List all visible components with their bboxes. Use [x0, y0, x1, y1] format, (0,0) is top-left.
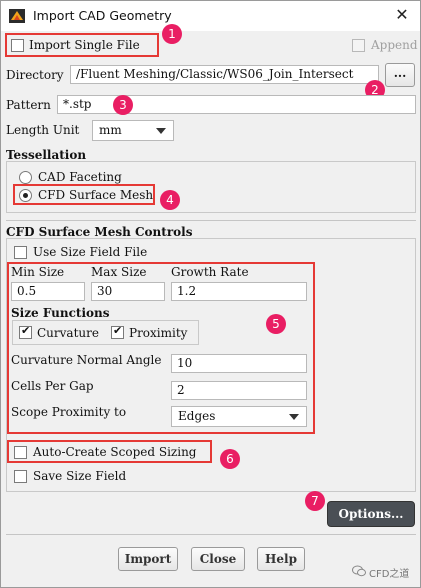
- min-size-label: Min Size: [11, 265, 65, 279]
- append-label: Append: [371, 38, 418, 52]
- cells-per-gap-field[interactable]: 2: [171, 381, 307, 400]
- curvature-checkbox[interactable]: [19, 324, 32, 339]
- cfd-controls-heading: CFD Surface Mesh Controls: [6, 225, 193, 239]
- curvature-label: Curvature: [37, 326, 99, 340]
- growth-rate-field[interactable]: 1.2: [171, 282, 307, 301]
- scope-proximity-to-value: Edges: [178, 409, 216, 423]
- close-button[interactable]: Close: [191, 547, 245, 571]
- use-size-field-file-label: Use Size Field File: [33, 245, 148, 259]
- footer-divider: [6, 534, 416, 535]
- min-size-field[interactable]: 0.5: [11, 282, 85, 301]
- length-unit-label: Length Unit: [6, 123, 80, 137]
- tessellation-heading: Tessellation: [6, 148, 87, 162]
- save-size-field-checkbox[interactable]: [14, 470, 27, 483]
- close-icon[interactable]: ✕: [392, 5, 412, 25]
- pattern-label: Pattern: [6, 98, 51, 112]
- directory-field[interactable]: /Fluent Meshing/Classic/WS06_Join_Inters…: [70, 65, 379, 84]
- wechat-icon: [352, 565, 366, 577]
- annotation-badge-5: 5: [266, 314, 286, 334]
- scope-proximity-to-dropdown[interactable]: Edges: [171, 406, 307, 427]
- length-unit-dropdown[interactable]: mm: [92, 120, 174, 141]
- annotation-badge-4: 4: [160, 190, 180, 210]
- highlight-box-4: [13, 184, 155, 205]
- cad-faceting-radio[interactable]: [19, 171, 32, 184]
- size-functions-heading: Size Functions: [11, 306, 110, 320]
- max-size-field[interactable]: 30: [91, 282, 165, 301]
- curvature-normal-angle-field[interactable]: 10: [171, 354, 307, 373]
- scope-proximity-to-label: Scope Proximity to: [11, 405, 127, 419]
- annotation-badge-7: 7: [305, 491, 325, 511]
- highlight-box-1: [5, 33, 159, 57]
- save-size-field-label: Save Size Field: [33, 469, 127, 483]
- curvature-normal-angle-label: Curvature Normal Angle: [11, 353, 162, 367]
- directory-label: Directory: [6, 68, 64, 82]
- import-cad-geometry-dialog: Import CAD Geometry ✕ Import Single File…: [0, 0, 421, 588]
- annotation-badge-3: 3: [113, 95, 133, 115]
- append-checkbox[interactable]: [352, 39, 365, 52]
- highlight-box-6: [7, 440, 212, 463]
- import-button[interactable]: Import: [118, 547, 178, 571]
- cad-faceting-label: CAD Faceting: [38, 170, 122, 184]
- annotation-badge-6: 6: [220, 449, 240, 469]
- fluent-app-icon: [9, 9, 25, 23]
- length-unit-value: mm: [99, 123, 122, 137]
- window-title: Import CAD Geometry: [33, 8, 172, 23]
- chevron-down-icon: [289, 414, 299, 420]
- pattern-field[interactable]: *.stp: [57, 95, 416, 114]
- watermark-text: CFD之道: [369, 569, 410, 580]
- chevron-down-icon: [156, 128, 166, 134]
- annotation-badge-1: 1: [162, 24, 182, 44]
- section-divider: [6, 220, 416, 221]
- cells-per-gap-label: Cells Per Gap: [11, 379, 94, 393]
- growth-rate-label: Growth Rate: [171, 265, 249, 279]
- use-size-field-file-checkbox[interactable]: [14, 246, 27, 259]
- max-size-label: Max Size: [91, 265, 147, 279]
- proximity-checkbox[interactable]: [111, 324, 124, 339]
- browse-directory-button[interactable]: ...: [385, 63, 415, 87]
- proximity-label: Proximity: [129, 326, 188, 340]
- help-button[interactable]: Help: [257, 547, 305, 571]
- title-bar: Import CAD Geometry ✕: [1, 1, 420, 31]
- options-button[interactable]: Options...: [327, 501, 415, 527]
